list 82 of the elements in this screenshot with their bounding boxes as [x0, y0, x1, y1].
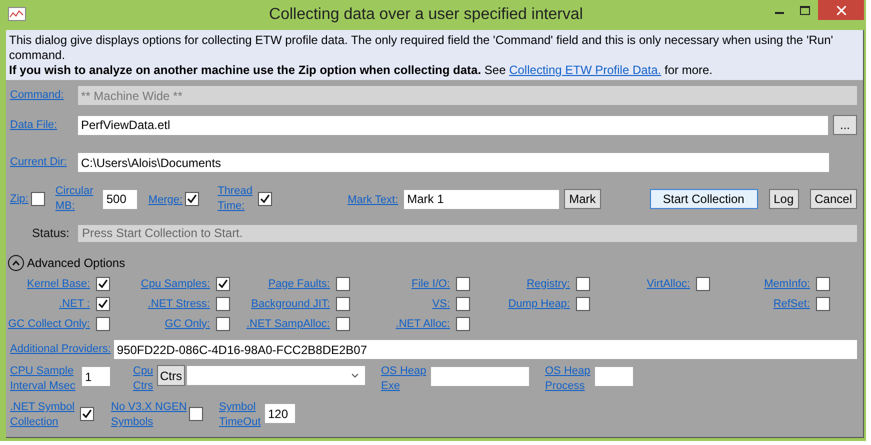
- advanced-options-label: Advanced Options: [27, 255, 126, 272]
- field-label-link[interactable]: Current Dir:: [10, 155, 78, 170]
- checkbox[interactable]: [184, 192, 199, 206]
- input-field[interactable]: 500: [103, 190, 138, 208]
- checkbox[interactable]: [216, 277, 230, 291]
- checkbox[interactable]: [96, 297, 110, 311]
- window-title: Collecting data over a user specified interval: [268, 5, 584, 25]
- field-label-link[interactable]: Page Faults:: [268, 276, 330, 292]
- input-field[interactable]: C:\Users\Alois\Documents: [78, 153, 829, 172]
- field-label-link[interactable]: Registry:: [526, 276, 570, 292]
- close-button[interactable]: [818, 0, 864, 20]
- field-label-link[interactable]: Cpu Samples:: [140, 276, 210, 292]
- dialog-button[interactable]: Ctrs: [157, 365, 185, 386]
- field-label-link[interactable]: Merge:: [148, 194, 183, 206]
- field-label-link[interactable]: GC Only:: [164, 316, 210, 332]
- checkbox[interactable]: [216, 317, 230, 331]
- checkbox[interactable]: [216, 297, 230, 311]
- field-label-link[interactable]: Zip:: [10, 192, 28, 206]
- checkbox[interactable]: [576, 277, 590, 291]
- field-label-link[interactable]: No V3.X NGEN Symbols: [111, 400, 189, 430]
- checkbox[interactable]: [336, 277, 350, 291]
- field-label-link[interactable]: .NET SampAlloc:: [246, 316, 330, 332]
- status-text: Press Start Collection to Start.: [78, 224, 857, 242]
- checkbox[interactable]: [189, 407, 203, 421]
- checkbox[interactable]: [96, 317, 110, 331]
- input-field[interactable]: PerfViewData.etl: [78, 116, 828, 134]
- field-label-link[interactable]: Circular MB:: [55, 184, 102, 214]
- help-link[interactable]: Collecting ETW Profile Data.: [509, 63, 662, 77]
- field-label-link[interactable]: VS:: [432, 296, 450, 312]
- checkbox[interactable]: [80, 407, 94, 421]
- input-field[interactable]: Mark 1: [404, 190, 560, 208]
- info-note: If you wish to analyze on another machine use the Zip option when collecting data. See Collecting ETW Profile Data. for more.: [9, 63, 714, 78]
- field-label-link[interactable]: VirtAlloc:: [646, 276, 690, 292]
- dialog-button[interactable]: Log: [768, 189, 799, 209]
- dialog-button[interactable]: Cancel: [810, 189, 857, 209]
- chevron-down-icon: [351, 373, 359, 378]
- field-label-link[interactable]: Dump Heap:: [508, 296, 570, 312]
- field-label-link[interactable]: .NET Symbol Collection: [10, 400, 78, 430]
- field-label-link[interactable]: .NET Stress:: [148, 296, 210, 312]
- field-label-link[interactable]: MemInfo:: [764, 276, 810, 292]
- chart-icon: [8, 7, 26, 21]
- dialog-button[interactable]: Start Collection: [650, 189, 758, 209]
- field-label-link[interactable]: Additional Providers:: [10, 342, 111, 357]
- field-label-link[interactable]: Cpu Ctrs: [133, 364, 157, 394]
- expander-button[interactable]: [8, 255, 24, 271]
- checkbox[interactable]: [576, 297, 590, 311]
- field-label-link[interactable]: OS Heap Process: [545, 364, 595, 394]
- field-label-link[interactable]: GC Collect Only:: [8, 316, 90, 332]
- checkbox[interactable]: [31, 192, 46, 206]
- status-label: Status:: [32, 225, 70, 242]
- checkbox[interactable]: [336, 297, 350, 311]
- checkbox[interactable]: [816, 277, 830, 291]
- input-field[interactable]: 120: [265, 404, 295, 423]
- input-field[interactable]: 1: [82, 367, 110, 386]
- checkbox[interactable]: [456, 317, 470, 331]
- checkbox[interactable]: [336, 317, 350, 331]
- close-icon: [836, 6, 846, 14]
- field-label-link[interactable]: Kernel Base:: [27, 276, 90, 292]
- field-label-link[interactable]: File I/O:: [411, 276, 450, 292]
- field-label-link[interactable]: Symbol TimeOut: [219, 400, 265, 430]
- input-field[interactable]: [595, 367, 633, 386]
- input-field[interactable]: 950FD22D-086C-4D16-98A0-FCC2B8DE2B07: [114, 340, 857, 359]
- field-label-link[interactable]: Data File:: [10, 118, 78, 132]
- checkbox[interactable]: [456, 277, 470, 291]
- input-field[interactable]: [431, 367, 529, 386]
- dialog-button[interactable]: ...: [833, 115, 857, 135]
- field-label-link[interactable]: .NET :: [59, 296, 90, 312]
- field-label-link[interactable]: CPU Sample Interval Msec: [10, 364, 82, 394]
- dialog-button[interactable]: Mark: [564, 189, 601, 209]
- field-label-link[interactable]: Thread Time:: [218, 184, 258, 214]
- checkbox[interactable]: [456, 297, 470, 311]
- checkbox[interactable]: [96, 277, 110, 291]
- checkbox[interactable]: [258, 192, 272, 206]
- field-label-link[interactable]: Background JIT:: [251, 296, 330, 312]
- chevron-icon: [12, 260, 20, 266]
- checkbox[interactable]: [696, 277, 710, 291]
- field-label-link[interactable]: .NET Alloc:: [396, 316, 450, 332]
- checkbox[interactable]: [816, 297, 830, 311]
- field-label-link[interactable]: Mark Text:: [348, 194, 398, 206]
- field-label-link[interactable]: RefSet:: [773, 296, 810, 312]
- field-label-link[interactable]: OS Heap Exe: [381, 364, 431, 394]
- info-text: This dialog give displays options for collecting ETW profile data. The only required field the 'Command' field and this is only necessary when using the 'Run' command.: [9, 33, 834, 63]
